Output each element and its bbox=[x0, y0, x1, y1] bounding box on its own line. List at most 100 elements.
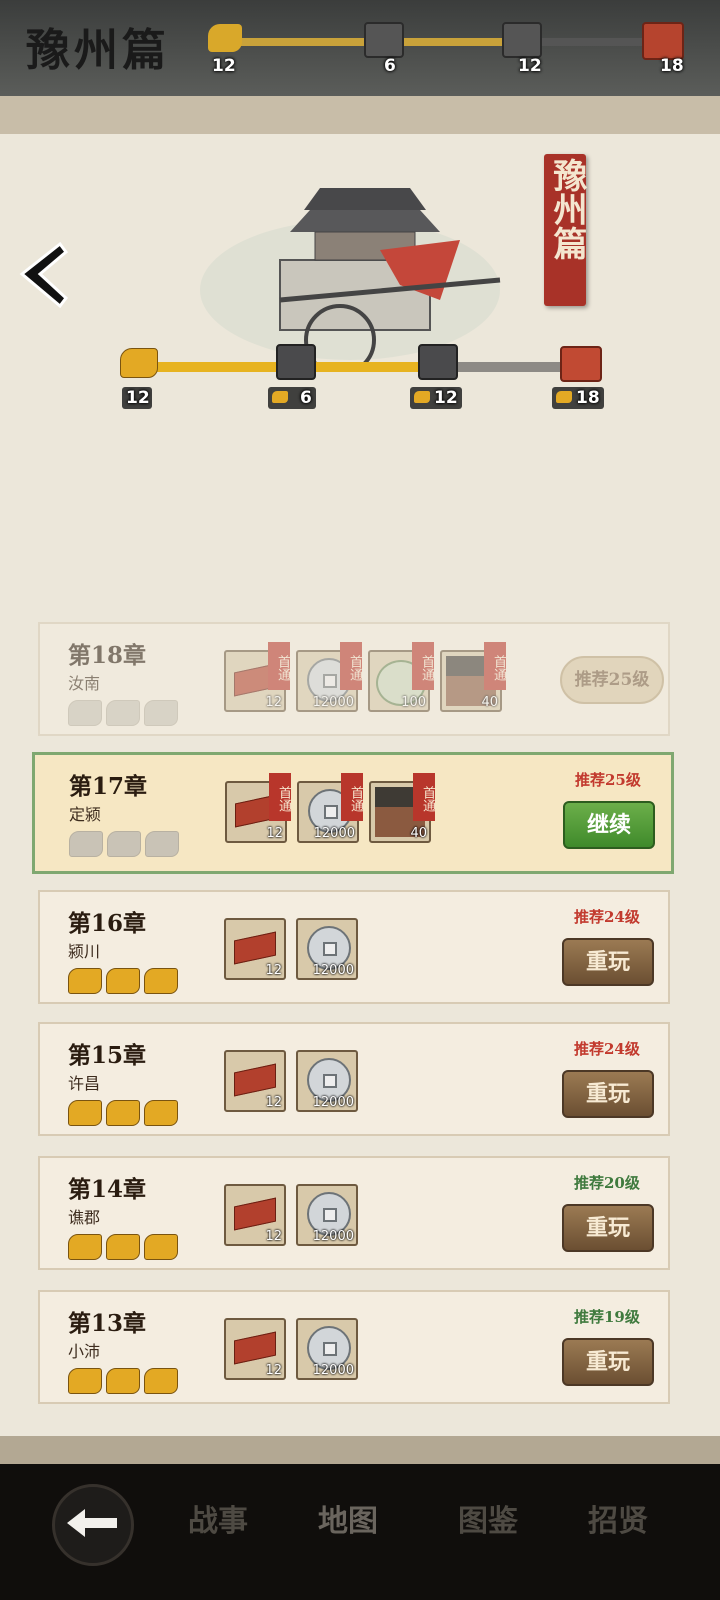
back-button[interactable] bbox=[52, 1484, 134, 1566]
tiger-icon bbox=[120, 348, 158, 378]
brick-reward[interactable]: 12 bbox=[224, 1050, 286, 1112]
reward-qty: 40 bbox=[481, 695, 498, 710]
coin-reward[interactable]: 12000 bbox=[296, 918, 358, 980]
tiger-icon bbox=[68, 1100, 102, 1126]
chapter-card[interactable]: 第13章小沛 12 12000 推荐19级重玩 bbox=[38, 1290, 670, 1404]
nav-recruit[interactable]: 招贤 bbox=[588, 1496, 648, 1540]
recommended-level: 推荐24级 bbox=[574, 908, 640, 926]
nav-map[interactable]: 地图 bbox=[318, 1496, 378, 1540]
coin-reward[interactable]: 12000 bbox=[296, 1184, 358, 1246]
header-title: 豫州篇 bbox=[26, 25, 170, 76]
brick-reward[interactable]: 12 bbox=[224, 918, 286, 980]
chapter-card[interactable]: 第14章谯郡 12 12000 推荐20级重玩 bbox=[38, 1156, 670, 1270]
tiger-icon bbox=[68, 1368, 102, 1394]
reward-qty: 12000 bbox=[312, 1095, 354, 1110]
reward-qty: 12000 bbox=[312, 1363, 354, 1378]
first-clear-tag: 首通 bbox=[341, 773, 363, 821]
tiger-icon bbox=[208, 24, 242, 52]
tiger-icon bbox=[144, 1368, 178, 1394]
reward-qty: 40 bbox=[410, 826, 427, 841]
header-progress-empty bbox=[522, 38, 662, 46]
reward-qty: 12 bbox=[266, 826, 283, 841]
first-clear-tag: 首通 bbox=[340, 642, 362, 690]
reward-qty: 12000 bbox=[312, 1229, 354, 1244]
tiger-icon bbox=[106, 1100, 140, 1126]
chapter-title: 第18章 bbox=[68, 642, 147, 669]
brick-icon bbox=[234, 1063, 276, 1097]
ribbon-text: 豫州篇 bbox=[547, 158, 587, 260]
hero-progress-label: 6 bbox=[300, 388, 312, 408]
back-arrow-icon[interactable] bbox=[16, 240, 74, 310]
replay-button[interactable]: 重玩 bbox=[562, 938, 654, 986]
header-progress-label: 6 bbox=[384, 56, 396, 76]
chest-icon[interactable] bbox=[418, 344, 458, 380]
reward-qty: 12000 bbox=[312, 963, 354, 978]
chapter-title: 第15章 bbox=[68, 1042, 147, 1069]
recommended-level: 推荐24级 bbox=[574, 1040, 640, 1058]
hero-progress-label: 12 bbox=[434, 388, 458, 408]
chapter-card[interactable]: 第17章 定颍 12 首通 12000 首通 40 首通 推荐25级 继续 bbox=[32, 752, 674, 874]
reward-qty: 12000 bbox=[312, 695, 354, 710]
tiger-icon bbox=[69, 831, 103, 857]
coin-reward[interactable]: 12000 bbox=[296, 1050, 358, 1112]
tiger-icon bbox=[106, 968, 140, 994]
chapter-title: 第13章 bbox=[68, 1310, 147, 1337]
chapter-card[interactable]: 第15章许昌 12 12000 推荐24级重玩 bbox=[38, 1022, 670, 1136]
reward-qty: 100 bbox=[401, 695, 426, 710]
top-header: 豫州篇 12 6 12 18 bbox=[0, 0, 720, 96]
chest-icon[interactable] bbox=[560, 346, 602, 382]
tiger-icon bbox=[68, 700, 102, 726]
tiger-icon bbox=[144, 700, 178, 726]
chest-icon bbox=[502, 22, 542, 58]
reward-qty: 12 bbox=[265, 1229, 282, 1244]
replay-button[interactable]: 重玩 bbox=[562, 1070, 654, 1118]
reward-qty: 12 bbox=[265, 1363, 282, 1378]
first-clear-tag: 首通 bbox=[269, 773, 291, 821]
first-clear-tag: 首通 bbox=[413, 773, 435, 821]
chapter-place: 谯郡 bbox=[68, 1208, 101, 1227]
brick-reward[interactable]: 12 bbox=[224, 1184, 286, 1246]
recommended-level: 推荐20级 bbox=[574, 1174, 640, 1192]
left-arrow-icon bbox=[67, 1509, 117, 1537]
tiger-icon bbox=[556, 391, 572, 403]
chapter-title: 第16章 bbox=[68, 910, 147, 937]
chapter-place: 小沛 bbox=[68, 1342, 101, 1361]
chapter-place: 定颍 bbox=[69, 805, 102, 824]
reward-qty: 12 bbox=[265, 963, 282, 978]
nav-zhanshi[interactable]: 战事 bbox=[188, 1496, 248, 1540]
brick-icon bbox=[234, 1331, 276, 1365]
chapter-place: 许昌 bbox=[68, 1074, 101, 1093]
chest-icon[interactable] bbox=[276, 344, 316, 380]
header-progress-label: 12 bbox=[518, 56, 542, 76]
header-band bbox=[0, 96, 720, 134]
continue-button[interactable]: 继续 bbox=[563, 801, 655, 849]
hero-progress-label: 18 bbox=[576, 388, 600, 408]
tiger-icon bbox=[272, 391, 288, 403]
replay-button[interactable]: 重玩 bbox=[562, 1338, 654, 1386]
brick-icon bbox=[234, 1197, 276, 1231]
reward-qty: 12 bbox=[265, 695, 282, 710]
chapter-place: 颍川 bbox=[68, 942, 101, 961]
reward-qty: 12000 bbox=[313, 826, 355, 841]
recommended-level: 推荐25级 bbox=[575, 771, 641, 789]
tiger-icon bbox=[144, 1234, 178, 1260]
hero-progress-empty bbox=[438, 362, 578, 372]
hero-progress-label: 12 bbox=[126, 388, 150, 408]
tiger-icon bbox=[144, 1100, 178, 1126]
tiger-icon bbox=[106, 1234, 140, 1260]
region-ribbon: 豫州篇 bbox=[544, 154, 587, 306]
chest-icon bbox=[364, 22, 404, 58]
coin-reward[interactable]: 12000 bbox=[296, 1318, 358, 1380]
chapter-card[interactable]: 第18章 汝南 12 首通 12000 首通 100 首通 40 首通 推荐25级 bbox=[38, 622, 670, 736]
chapter-place: 汝南 bbox=[68, 674, 101, 693]
tiger-icon bbox=[414, 391, 430, 403]
city-gate-illustration bbox=[200, 188, 501, 370]
chapter-title: 第14章 bbox=[68, 1176, 147, 1203]
nav-atlas[interactable]: 图鉴 bbox=[458, 1496, 518, 1540]
tiger-icon bbox=[68, 968, 102, 994]
brick-reward[interactable]: 12 bbox=[224, 1318, 286, 1380]
replay-button[interactable]: 重玩 bbox=[562, 1204, 654, 1252]
chapter-card[interactable]: 第16章颍川 12 12000 推荐24级重玩 bbox=[38, 890, 670, 1004]
recommended-level: 推荐19级 bbox=[574, 1308, 640, 1326]
tiger-icon bbox=[68, 1234, 102, 1260]
